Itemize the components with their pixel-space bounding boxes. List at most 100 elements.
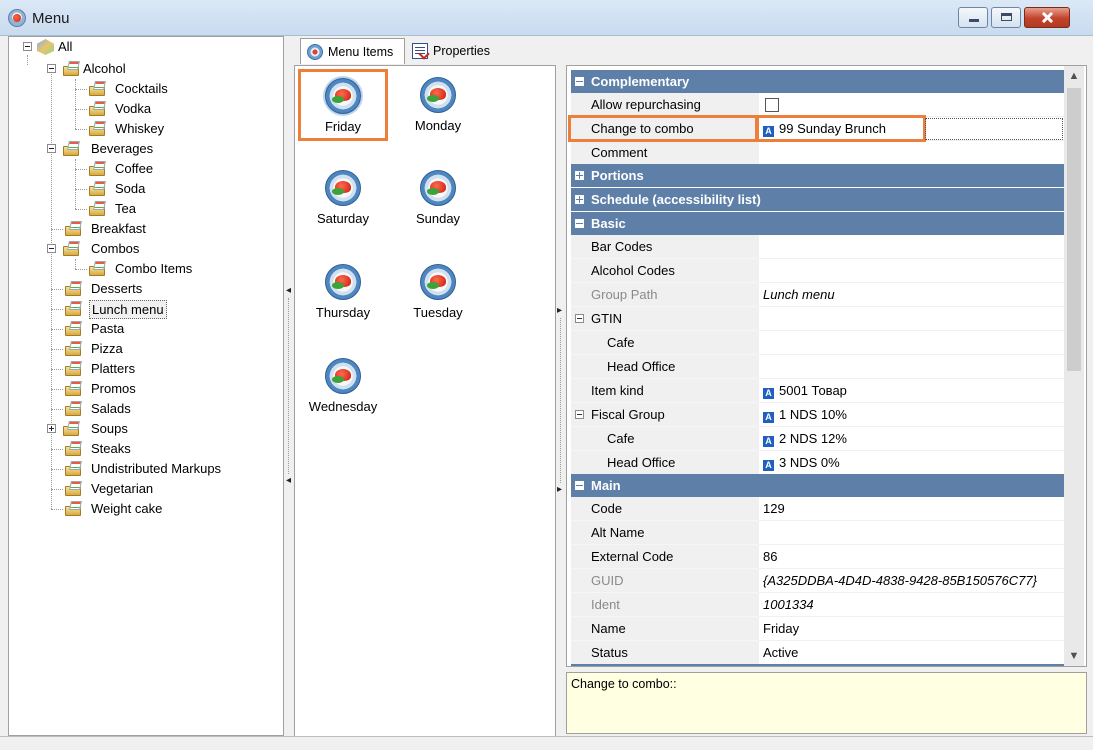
property-grid-scrollbar[interactable]: ▲ ▼: [1064, 66, 1084, 666]
menu-item-sunday[interactable]: Sunday: [393, 162, 483, 234]
menu-icon: [307, 44, 323, 60]
tree-node-promos[interactable]: Promos: [9, 379, 279, 399]
minimize-button[interactable]: [958, 7, 988, 28]
section-main[interactable]: Main: [571, 474, 1067, 497]
collapse-left-arrow-icon[interactable]: ◂: [286, 476, 291, 486]
tree-node-vodka[interactable]: Vodka: [9, 99, 279, 119]
menu-item-wednesday[interactable]: Wednesday: [298, 350, 388, 422]
property-alt-name[interactable]: Alt Name: [571, 521, 1067, 545]
property-gtin-cafe[interactable]: Cafe: [571, 331, 1067, 355]
property-ident[interactable]: Ident 1001334: [571, 593, 1067, 617]
tree-node-vegetarian[interactable]: Vegetarian: [9, 479, 279, 499]
property-name[interactable]: Name Friday: [571, 617, 1067, 641]
tree-node-tea[interactable]: Tea: [9, 199, 279, 219]
tree-node-steaks[interactable]: Steaks: [9, 439, 279, 459]
property-gtin[interactable]: GTIN: [571, 307, 1067, 331]
tree-node-combos[interactable]: Combos: [9, 239, 279, 259]
scroll-down-icon[interactable]: ▼: [1064, 646, 1084, 666]
expand-icon[interactable]: [575, 171, 584, 180]
property-item-kind[interactable]: Item kind A 5001 Товар: [571, 379, 1067, 403]
reference-icon: A: [763, 436, 774, 447]
reference-icon: A: [763, 412, 774, 423]
tree-node-pizza[interactable]: Pizza: [9, 339, 279, 359]
collapse-icon[interactable]: [47, 64, 56, 73]
folder-icon: [65, 461, 83, 476]
property-external-code[interactable]: External Code 86: [571, 545, 1067, 569]
tree-node-desserts[interactable]: Desserts: [9, 279, 279, 299]
collapse-icon[interactable]: [47, 244, 56, 253]
allow-repurchasing-checkbox[interactable]: [765, 98, 779, 112]
menu-item-monday[interactable]: Monday: [393, 69, 483, 141]
tab-properties[interactable]: Properties: [406, 38, 506, 64]
scroll-up-icon[interactable]: ▲: [1064, 66, 1084, 86]
folder-icon: [63, 241, 81, 256]
tree-node-soda[interactable]: Soda: [9, 179, 279, 199]
collapse-icon[interactable]: [575, 410, 584, 419]
collapse-icon[interactable]: [47, 144, 56, 153]
collapse-icon[interactable]: [575, 77, 584, 86]
folder-icon: [65, 501, 83, 516]
expand-right-arrow-icon[interactable]: ▸: [557, 306, 562, 316]
section-basic[interactable]: Basic: [571, 212, 1067, 235]
property-group-path[interactable]: Group Path Lunch menu: [571, 283, 1067, 307]
folder-icon: [89, 101, 107, 116]
tree-node-breakfast[interactable]: Breakfast: [9, 219, 279, 239]
tree-node-whiskey[interactable]: Whiskey: [9, 119, 279, 139]
menu-item-tuesday[interactable]: Tuesday: [393, 256, 483, 328]
tree-node-all[interactable]: All: [9, 37, 279, 57]
property-status[interactable]: Status Active: [571, 641, 1067, 665]
section-schedule[interactable]: Schedule (accessibility list): [571, 188, 1067, 211]
expand-icon[interactable]: [575, 195, 584, 204]
tree-node-undistributed-markups[interactable]: Undistributed Markups: [9, 459, 279, 479]
expand-right-arrow-icon[interactable]: ▸: [557, 485, 562, 495]
collapse-left-arrow-icon[interactable]: ◂: [286, 286, 291, 296]
collapse-icon[interactable]: [575, 219, 584, 228]
dish-icon: [325, 78, 361, 114]
window-title: Menu: [32, 10, 70, 27]
expand-icon[interactable]: [47, 424, 56, 433]
tab-strip: Menu Items Properties: [294, 36, 1087, 64]
menu-item-saturday[interactable]: Saturday: [298, 162, 388, 234]
tree-node-weight-cake[interactable]: Weight cake: [9, 499, 279, 519]
collapse-icon[interactable]: [575, 314, 584, 323]
tree-node-combo-items[interactable]: Combo Items: [9, 259, 279, 279]
property-fiscal-group[interactable]: Fiscal Group A1 NDS 10%: [571, 403, 1067, 427]
property-comment[interactable]: Comment: [571, 141, 1067, 165]
tree-node-alcohol[interactable]: Alcohol: [9, 59, 279, 79]
menu-item-friday[interactable]: Friday: [298, 69, 388, 141]
tab-menu-items[interactable]: Menu Items: [300, 38, 405, 64]
property-alcohol-codes[interactable]: Alcohol Codes: [571, 259, 1067, 283]
tree-node-cocktails[interactable]: Cocktails: [9, 79, 279, 99]
property-fiscal-cafe[interactable]: Cafe A2 NDS 12%: [571, 427, 1067, 451]
collapse-icon[interactable]: [575, 481, 584, 490]
section-complementary[interactable]: Complementary: [571, 70, 1067, 93]
property-bar-codes[interactable]: Bar Codes: [571, 235, 1067, 259]
section-portions[interactable]: Portions: [571, 164, 1067, 187]
property-code[interactable]: Code 129: [571, 497, 1067, 521]
folder-icon: [89, 81, 107, 96]
property-fiscal-head-office[interactable]: Head Office A3 NDS 0%: [571, 451, 1067, 475]
tree-node-soups[interactable]: Soups: [9, 419, 279, 439]
category-tree[interactable]: All Alcohol Cocktails Vodka Whiskey Beve…: [8, 36, 284, 736]
tree-node-platters[interactable]: Platters: [9, 359, 279, 379]
menu-item-thursday[interactable]: Thursday: [298, 256, 388, 328]
property-gtin-head-office[interactable]: Head Office: [571, 355, 1067, 379]
app-menu-icon[interactable]: [8, 9, 26, 27]
folder-icon: [65, 301, 83, 316]
property-allow-repurchasing[interactable]: Allow repurchasing: [571, 93, 1067, 117]
middle-splitter[interactable]: ▸ ▸: [557, 65, 565, 737]
maximize-button[interactable]: [991, 7, 1021, 28]
tree-node-lunch-menu[interactable]: Lunch menu: [9, 299, 279, 319]
tree-node-beverages[interactable]: Beverages: [9, 139, 279, 159]
tree-node-salads[interactable]: Salads: [9, 399, 279, 419]
scrollbar-thumb[interactable]: [1067, 88, 1081, 371]
property-guid[interactable]: GUID {A325DDBA-4D4D-4838-9428-85B150576C…: [571, 569, 1067, 593]
reference-icon: A: [763, 460, 774, 471]
collapse-icon[interactable]: [23, 42, 32, 51]
close-button[interactable]: [1024, 7, 1070, 28]
folder-icon: [65, 361, 83, 376]
bottom-scroll-strip: [0, 736, 1093, 750]
tree-node-pasta[interactable]: Pasta: [9, 319, 279, 339]
left-splitter[interactable]: ◂ ◂: [285, 36, 293, 736]
tree-node-coffee[interactable]: Coffee: [9, 159, 279, 179]
